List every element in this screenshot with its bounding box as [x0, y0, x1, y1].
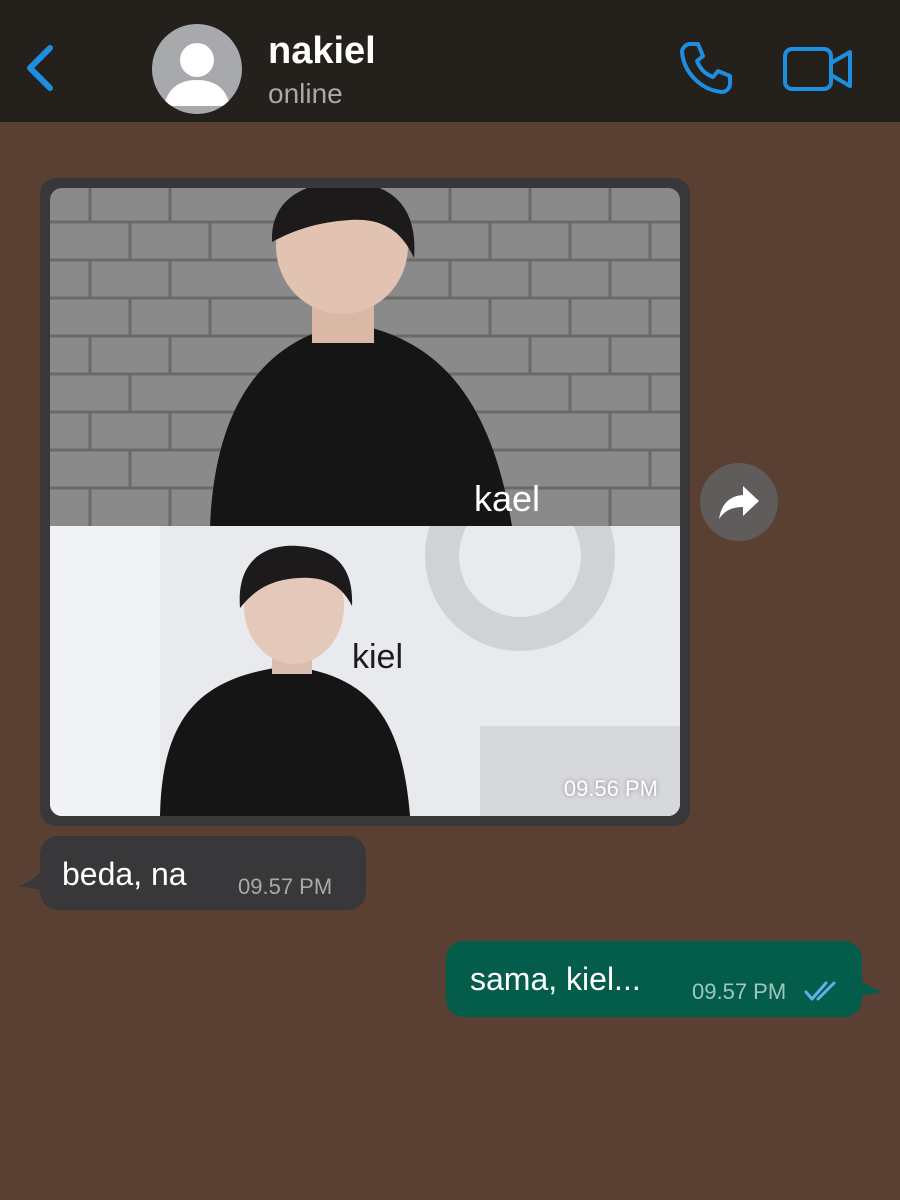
outgoing-message-bubble[interactable]: sama, kiel... 09.57 PM: [446, 941, 862, 1017]
photo-brick-wall[interactable]: [50, 188, 680, 526]
incoming-message-bubble[interactable]: beda, na 09.57 PM: [40, 836, 366, 910]
contact-status: online: [268, 78, 343, 109]
back-button[interactable]: [20, 38, 60, 98]
forward-arrow-icon: [719, 486, 759, 519]
photo-caption-bottom: kiel: [352, 638, 404, 676]
message-timestamp: 09.57 PM: [238, 874, 333, 899]
video-call-button[interactable]: [782, 44, 854, 94]
video-camera-icon: [783, 47, 852, 91]
message-timestamp: 09.57 PM: [692, 979, 787, 1004]
double-check-read-icon: [804, 981, 836, 1001]
contact-name[interactable]: nakiel: [268, 30, 376, 73]
message-timestamp: 09.56 PM: [563, 776, 658, 801]
voice-call-button[interactable]: [676, 38, 736, 98]
forward-button[interactable]: [700, 463, 778, 541]
message-text: beda, na: [62, 856, 187, 892]
default-avatar-icon: [164, 43, 230, 106]
photo-caption-top: kael: [474, 478, 541, 519]
image-message-bubble[interactable]: kael kiel 09.56 PM: [40, 178, 690, 826]
chat-header: nakiel online: [0, 0, 900, 122]
message-text: sama, kiel...: [470, 961, 641, 997]
phone-icon: [680, 42, 732, 94]
chevron-left-icon: [27, 45, 53, 91]
contact-avatar[interactable]: [152, 24, 242, 114]
image-grid[interactable]: kael kiel 09.56 PM: [50, 188, 680, 816]
